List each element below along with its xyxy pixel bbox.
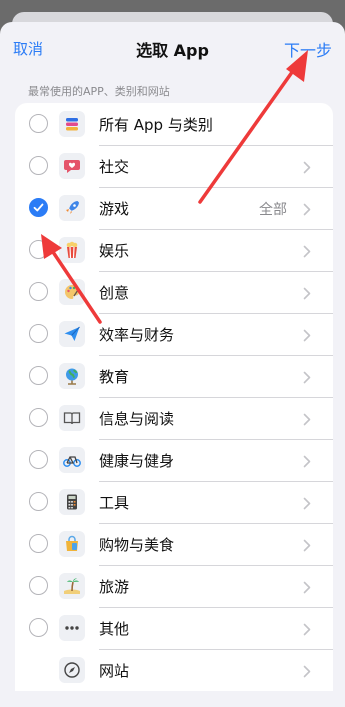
category-row-globe[interactable]: 教育	[15, 355, 333, 397]
category-row-shopping-bag[interactable]: 购物与美食	[15, 523, 333, 565]
compass-icon	[59, 657, 85, 683]
chat-bubble-heart-icon	[59, 153, 85, 179]
category-label: 创意	[99, 284, 130, 302]
chevron-right-icon[interactable]	[303, 453, 311, 472]
chevron-right-icon[interactable]	[303, 621, 311, 640]
rocket-icon	[59, 195, 85, 221]
chevron-right-icon[interactable]	[303, 537, 311, 556]
category-label: 社交	[99, 158, 130, 176]
category-label: 健康与健身	[99, 452, 175, 470]
category-row-compass[interactable]: 网站	[15, 649, 333, 691]
stack-icon	[59, 111, 85, 137]
chevron-right-icon[interactable]	[303, 411, 311, 430]
checked-circle-checkbox[interactable]	[29, 198, 48, 217]
circle-checkbox[interactable]	[29, 324, 48, 343]
category-row-stack[interactable]: 所有 App 与类别	[15, 103, 333, 145]
palette-icon	[59, 279, 85, 305]
chevron-right-icon[interactable]	[303, 159, 311, 178]
category-label: 娱乐	[99, 242, 130, 260]
category-label: 信息与阅读	[99, 410, 175, 428]
category-label: 购物与美食	[99, 536, 175, 554]
circle-checkbox[interactable]	[29, 240, 48, 259]
chevron-right-icon[interactable]	[303, 243, 311, 262]
shopping-bag-icon	[59, 531, 85, 557]
category-row-rocket[interactable]: 游戏 全部	[15, 187, 333, 229]
circle-checkbox[interactable]	[29, 576, 48, 595]
category-row-popcorn[interactable]: 娱乐	[15, 229, 333, 271]
calculator-icon	[59, 489, 85, 515]
circle-checkbox[interactable]	[29, 492, 48, 511]
navigation-bar: 取消 选取 App 下一步	[0, 22, 345, 72]
bicycle-icon	[59, 447, 85, 473]
circle-checkbox[interactable]	[29, 282, 48, 301]
chevron-right-icon[interactable]	[303, 369, 311, 388]
chevron-right-icon[interactable]	[303, 579, 311, 598]
category-row-bicycle[interactable]: 健康与健身	[15, 439, 333, 481]
book-icon	[59, 405, 85, 431]
circle-checkbox[interactable]	[29, 114, 48, 133]
palm-tree-icon	[59, 573, 85, 599]
category-row-chat-bubble-heart[interactable]: 社交	[15, 145, 333, 187]
ellipsis-icon	[59, 615, 85, 641]
circle-checkbox[interactable]	[29, 366, 48, 385]
chevron-right-icon[interactable]	[303, 285, 311, 304]
popcorn-icon	[59, 237, 85, 263]
chevron-right-icon[interactable]	[303, 495, 311, 514]
category-row-palette[interactable]: 创意	[15, 271, 333, 313]
circle-checkbox[interactable]	[29, 156, 48, 175]
circle-checkbox[interactable]	[29, 534, 48, 553]
chevron-right-icon[interactable]	[303, 663, 311, 682]
circle-checkbox[interactable]	[29, 450, 48, 469]
chevron-right-icon[interactable]	[303, 327, 311, 346]
category-row-paper-plane[interactable]: 效率与财务	[15, 313, 333, 355]
screen: 取消 选取 App 下一步 最常使用的APP、类别和网站 所有 App 与类别社…	[0, 0, 345, 707]
chevron-right-icon[interactable]	[303, 201, 311, 220]
category-label: 工具	[99, 494, 130, 512]
paper-plane-icon	[59, 321, 85, 347]
category-row-ellipsis[interactable]: 其他	[15, 607, 333, 649]
category-label: 网站	[99, 662, 130, 680]
category-label: 旅游	[99, 578, 130, 596]
globe-icon	[59, 363, 85, 389]
category-label: 教育	[99, 368, 130, 386]
category-row-calculator[interactable]: 工具	[15, 481, 333, 523]
circle-checkbox[interactable]	[29, 408, 48, 427]
category-row-palm-tree[interactable]: 旅游	[15, 565, 333, 607]
category-label: 所有 App 与类别	[99, 116, 213, 134]
category-list: 所有 App 与类别 社交游戏 全部娱乐创意效率与财务教育信息与阅读健康与健身工具购…	[15, 103, 333, 691]
category-label: 其他	[99, 620, 130, 638]
category-label: 效率与财务	[99, 326, 175, 344]
category-value: 全部	[259, 202, 287, 218]
circle-checkbox[interactable]	[29, 618, 48, 637]
category-row-book[interactable]: 信息与阅读	[15, 397, 333, 439]
next-step-button[interactable]: 下一步	[284, 37, 332, 61]
category-label: 游戏	[99, 200, 130, 218]
section-header: 最常使用的APP、类别和网站	[28, 85, 170, 98]
